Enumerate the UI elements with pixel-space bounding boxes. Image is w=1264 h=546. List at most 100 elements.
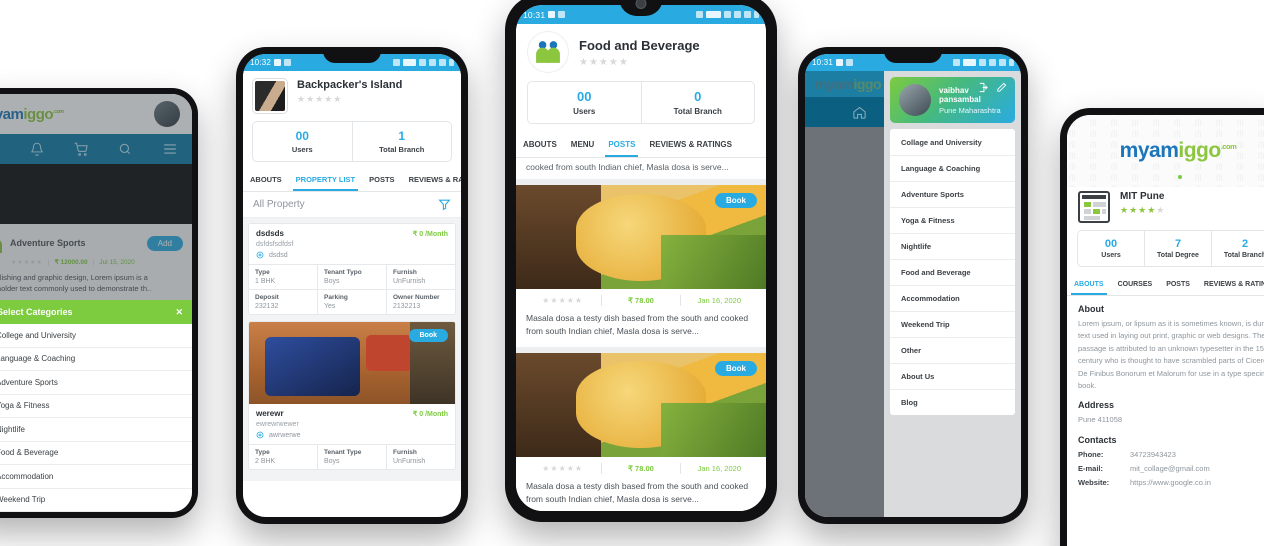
- add-button[interactable]: Add: [146, 235, 183, 251]
- tab-posts[interactable]: POSTS: [1159, 274, 1197, 295]
- menu-item[interactable]: Collage and University: [890, 129, 1015, 155]
- tab-bar: ABOUTS PROPERTY LIST POSTS REVIEWS & RAT…: [243, 168, 461, 192]
- status-time: 10:31: [812, 58, 834, 67]
- search-icon[interactable]: [103, 142, 147, 156]
- property-price: ₹ 0 /Month: [412, 231, 448, 238]
- menu-item[interactable]: Food and Beverage: [890, 259, 1015, 285]
- list-item[interactable]: Accommodation: [0, 465, 192, 489]
- app-logo: myamiggo: [815, 76, 882, 92]
- tab-abouts[interactable]: ABOUTS: [516, 132, 564, 157]
- stat-value: 00: [1104, 238, 1118, 250]
- tab-reviews-ratings[interactable]: REVIEWS & RATINGS: [642, 132, 739, 157]
- stat-users: 00 Users: [253, 122, 352, 161]
- menu-item[interactable]: Weekend Trip: [890, 311, 1015, 337]
- business-header: Backpacker's Island ★★★★★: [243, 71, 461, 115]
- stat-total-branch: 1 Total Branch: [351, 122, 452, 161]
- post-price: ₹ 78.00: [628, 296, 654, 306]
- business-logo: [528, 32, 568, 72]
- list-item[interactable]: Language & Coaching: [0, 348, 192, 371]
- tab-posts[interactable]: POSTS: [601, 132, 642, 157]
- profile-card[interactable]: vaibhav pansambal Pune Maharashtra: [890, 77, 1015, 123]
- cart-icon[interactable]: [59, 142, 103, 157]
- menu-icon[interactable]: [148, 143, 192, 155]
- list-item[interactable]: Adventure Sports: [0, 371, 192, 395]
- post-meta: ★★★★★ | ₹ 12000.00 | Jul 15, 2020: [11, 258, 135, 267]
- field-key: Deposit: [255, 294, 279, 301]
- screenshot-stage: myamiggo.com: [0, 0, 1264, 546]
- stat-label: Total Branch: [1223, 252, 1264, 259]
- list-item[interactable]: Weekend Trip: [0, 489, 192, 512]
- field-value: 2132213: [393, 303, 421, 310]
- stat-label: Total Branch: [673, 107, 722, 116]
- profile-location: Pune Maharashtra: [939, 105, 1001, 115]
- avatar[interactable]: [154, 101, 180, 127]
- book-button[interactable]: Book: [408, 329, 448, 342]
- post-card[interactable]: Book ★★★★★ ₹ 78.00 Jan 16, 2020 Masala d…: [516, 185, 766, 347]
- bell-icon[interactable]: [14, 142, 58, 156]
- tab-property-list[interactable]: PROPERTY LIST: [289, 168, 362, 191]
- property-list: dsdsds ₹ 0 /Month dsfdsfsdfdsf dsdsd Typ…: [243, 218, 461, 481]
- navigation-drawer: vaibhav pansambal Pune Maharashtra Colla…: [884, 71, 1021, 517]
- stat-label: Total Degree: [1157, 252, 1199, 259]
- menu-item[interactable]: About Us: [890, 363, 1015, 389]
- tab-reviews-ratings[interactable]: REVIEWS & RATI: [402, 168, 461, 191]
- screenshot-icon: [284, 59, 292, 66]
- post-meta: ★★★★★ ₹ 78.00 Jan 16, 2020: [516, 289, 766, 312]
- battery-icon: [754, 11, 759, 18]
- section-heading-address: Address: [1078, 400, 1115, 411]
- signal-icon: [734, 11, 741, 18]
- battery-icon: [449, 59, 454, 66]
- notification-icon: [548, 11, 556, 18]
- tab-posts[interactable]: POSTS: [362, 168, 401, 191]
- rating-stars: ★★★★★: [297, 94, 343, 104]
- menu-item[interactable]: Adventure Sports: [890, 181, 1015, 207]
- vpn-icon: [963, 59, 976, 66]
- rating-stars: ★★★★★: [542, 463, 584, 473]
- tab-abouts[interactable]: ABOUTS: [243, 168, 289, 191]
- avatar[interactable]: [899, 84, 931, 116]
- menu-item[interactable]: Blog: [890, 389, 1015, 415]
- wifi-icon: [439, 59, 446, 66]
- menu-item[interactable]: Other: [890, 337, 1015, 363]
- menu-item[interactable]: Yoga & Fitness: [890, 207, 1015, 233]
- property-name: dsdsds: [256, 229, 285, 238]
- stat-total-degree: 7 Total Degree: [1144, 231, 1211, 266]
- contact-row: Phone: 34723943423: [1078, 450, 1264, 459]
- menu-item[interactable]: Language & Coaching: [890, 155, 1015, 181]
- list-item[interactable]: Food & Beverage: [0, 442, 192, 465]
- status-time: 10:31: [523, 9, 546, 20]
- field-value: Yes: [324, 303, 336, 310]
- business-header: Food and Beverage ★★★★★: [516, 24, 766, 74]
- logout-icon[interactable]: [978, 82, 989, 93]
- property-location: dsdsd: [269, 251, 288, 259]
- wifi-icon: [999, 59, 1006, 66]
- list-item[interactable]: Nightlife: [0, 418, 192, 442]
- book-button[interactable]: Book: [715, 193, 757, 209]
- list-item[interactable]: Yoga & Fitness: [0, 395, 192, 418]
- home-icon[interactable]: [0, 142, 14, 157]
- menu-item[interactable]: Nightlife: [890, 233, 1015, 259]
- tab-abouts[interactable]: ABOUTS: [1067, 274, 1111, 295]
- screenshot-icon: [558, 11, 566, 18]
- about-text: Lorem ipsum, or lipsum as it is sometime…: [1078, 319, 1264, 390]
- menu-item[interactable]: Accommodation: [890, 285, 1015, 311]
- filter-icon[interactable]: [438, 198, 451, 211]
- property-card[interactable]: dsdsds ₹ 0 /Month dsfdsfsdfdsf dsdsd Typ…: [248, 223, 456, 315]
- list-item[interactable]: College and University: [0, 324, 192, 348]
- property-subtitle: ewrewrwewer: [256, 421, 299, 428]
- tab-reviews-ratings[interactable]: REVIEWS & RATINGS: [1197, 274, 1264, 295]
- property-card[interactable]: Book werewr ₹ 0 /Month ewrewrwewer awrwe…: [248, 321, 456, 470]
- post-card[interactable]: Book ★★★★★ ₹ 78.00 Jan 16, 2020 Masala d…: [516, 352, 766, 511]
- field-value: Boys: [324, 278, 340, 285]
- book-button[interactable]: Book: [715, 360, 757, 376]
- close-icon[interactable]: ✕: [175, 307, 183, 318]
- dnd-icon: [724, 11, 731, 18]
- edit-icon[interactable]: [996, 82, 1007, 93]
- brand-banner: ᗰ ᗰ ᗰ ᗰ ᗰ ᗰ ᗰ ᗰ ᗰ ᗰ ᗰ ᗰ ᗰ ᗰ ᗰ ᗰ ᗰ ᗰ ᗰ ᗰ …: [1067, 115, 1264, 187]
- tab-courses[interactable]: COURSES: [1111, 274, 1160, 295]
- tab-menu[interactable]: MENU: [564, 132, 602, 157]
- list-item-label: College and University: [0, 330, 77, 340]
- field-key: Tenant Type: [324, 449, 362, 456]
- list-item-label: Accommodation: [0, 471, 54, 481]
- property-filter-row: All Property: [243, 192, 461, 218]
